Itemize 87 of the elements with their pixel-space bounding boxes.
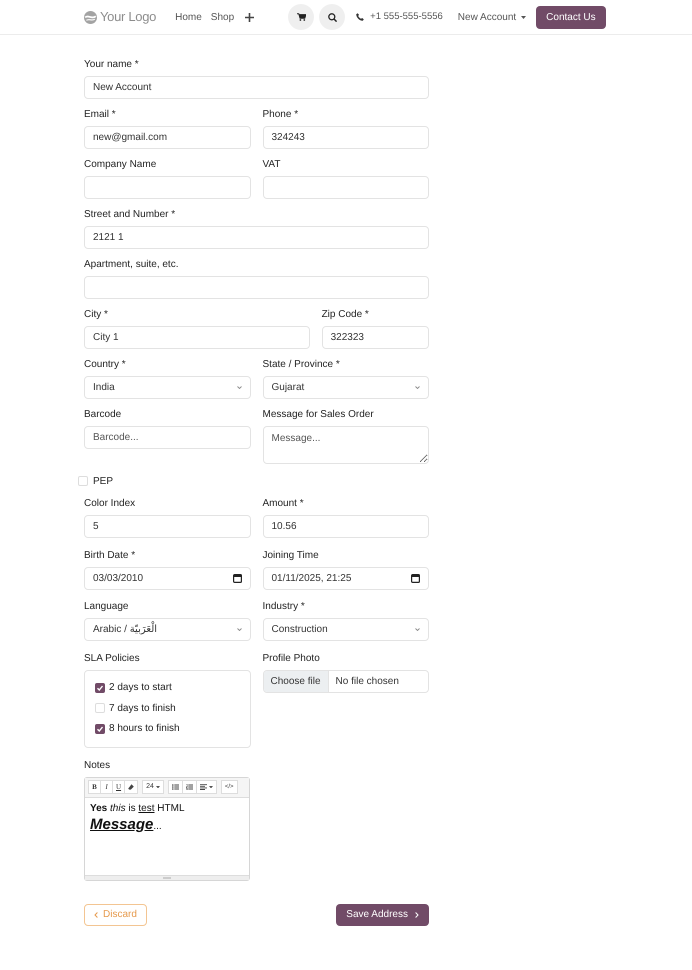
field-label: Message for Sales Order	[262, 409, 375, 421]
align-left-icon	[200, 784, 207, 790]
checkbox-label: PEP	[93, 474, 114, 488]
dropdown-select[interactable]: Gujarat	[262, 376, 429, 399]
cart-icon	[296, 13, 306, 21]
input-field[interactable]: 5	[84, 515, 250, 538]
dropdown-select[interactable]: India	[84, 376, 250, 399]
editor-text: Yes this is test HTML	[90, 802, 186, 814]
account-dropdown[interactable]: New Account	[458, 10, 526, 24]
field-label: Language	[84, 601, 130, 613]
chevron-left-icon	[94, 912, 98, 918]
field-label: Color Index	[84, 498, 136, 510]
input-field[interactable]: 324243	[262, 126, 429, 149]
checkbox[interactable]	[95, 724, 105, 734]
caret-icon	[156, 786, 160, 788]
file-input-field[interactable]: Choose file No file chosen	[262, 670, 429, 692]
field-label: Phone *	[262, 109, 300, 121]
checkbox[interactable]	[95, 682, 105, 693]
field-label: Profile Photo	[262, 652, 321, 664]
save-address-button[interactable]: Save Address	[336, 904, 429, 926]
input-field[interactable]	[84, 276, 429, 299]
nav-link[interactable]: Home	[175, 10, 202, 24]
editor-text: Message...	[90, 814, 163, 834]
caret-icon	[521, 16, 526, 18]
numbered-list-button[interactable]	[182, 780, 197, 794]
eraser-icon	[128, 784, 134, 790]
chevron-down-icon	[415, 628, 420, 631]
field-label: VAT	[262, 159, 282, 171]
check-icon	[96, 724, 104, 733]
field-label: Zip Code *	[322, 309, 370, 321]
phone-number: +1 555-555-5556	[370, 10, 443, 24]
textarea-field[interactable]: Message...	[262, 426, 429, 464]
input-field[interactable]: 10.56	[262, 515, 429, 538]
clear-format-button[interactable]	[124, 780, 138, 794]
field-label: Email *	[84, 109, 117, 121]
field-label: Company Name	[84, 159, 158, 171]
search-button[interactable]	[319, 4, 346, 30]
input-field[interactable]: New Account	[84, 76, 429, 99]
bulleted-list-icon	[172, 784, 179, 790]
resize-handle[interactable]	[85, 874, 249, 880]
logo-icon	[84, 10, 97, 24]
input-field[interactable]: 322323	[322, 326, 429, 349]
checkbox-label: 8 hours to finish	[109, 722, 180, 736]
field-label: Your name *	[84, 59, 140, 71]
numbered-list-icon	[186, 784, 193, 790]
field-label: Notes	[84, 760, 112, 772]
dropdown-select[interactable]: Construction	[262, 618, 429, 641]
field-label: City *	[84, 309, 109, 321]
align-button[interactable]	[196, 780, 217, 794]
field-label: Country *	[84, 359, 127, 371]
nav-link[interactable]: Shop	[210, 10, 234, 24]
checkbox-label: 7 days to finish	[109, 702, 176, 716]
input-field[interactable]	[84, 176, 250, 199]
input-field[interactable]	[262, 176, 429, 199]
field-label: Street and Number *	[84, 209, 176, 221]
field-label: Joining Time	[262, 550, 320, 562]
field-label: Industry *	[262, 601, 306, 613]
caret-icon	[208, 786, 213, 788]
plus-icon[interactable]	[245, 12, 254, 22]
chevron-down-icon	[236, 386, 242, 389]
choose-file-button[interactable]: Choose file	[264, 670, 329, 692]
field-label: State / Province *	[262, 359, 341, 371]
field-label: Apartment, suite, etc.	[84, 259, 180, 271]
chevron-down-icon	[415, 386, 420, 389]
chevron-down-icon	[236, 628, 242, 631]
calendar-icon	[232, 574, 242, 582]
chevron-right-icon	[415, 912, 419, 918]
field-label: SLA Policies	[84, 652, 141, 664]
field-label: Birth Date *	[84, 550, 136, 562]
check-icon	[96, 684, 104, 692]
date-field[interactable]: 03/03/2010	[84, 566, 250, 590]
cart-button[interactable]	[288, 4, 314, 30]
file-status-text: No file chosen	[334, 674, 400, 688]
field-label: Barcode	[84, 409, 122, 421]
phone-icon	[356, 13, 364, 21]
input-field[interactable]: new@gmail.com	[84, 126, 250, 149]
input-field[interactable]: City 1	[84, 326, 310, 349]
field-label: Amount *	[262, 498, 305, 510]
date-field[interactable]: 01/11/2025, 21:25	[262, 566, 429, 590]
dropdown-select[interactable]: Arabic / الْعَرَبيّة	[84, 618, 250, 641]
contact-us-button[interactable]: Contact Us	[536, 6, 606, 28]
calendar-icon	[411, 574, 420, 582]
checkbox-label: 2 days to start	[109, 681, 172, 696]
search-icon	[328, 12, 337, 22]
input-field[interactable]: 2121 1	[84, 226, 429, 249]
input-field[interactable]: Barcode...	[84, 426, 250, 449]
bulleted-list-button[interactable]	[168, 780, 183, 794]
